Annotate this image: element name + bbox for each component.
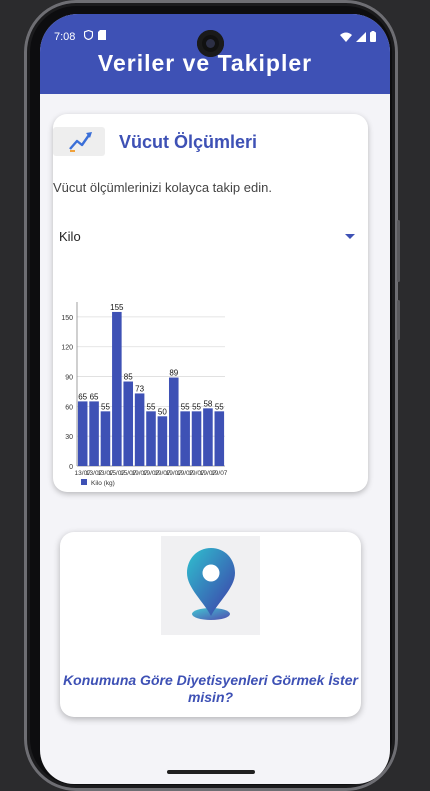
bar-data-label: 50 xyxy=(158,407,167,416)
chart-bar xyxy=(112,311,122,466)
y-tick-label: 30 xyxy=(65,434,73,441)
dropdown-arrow-icon xyxy=(345,234,355,239)
shield-icon xyxy=(84,30,93,40)
bar-data-label: 55 xyxy=(181,402,190,411)
bar-data-label: 85 xyxy=(124,373,133,382)
bar-data-label: 55 xyxy=(147,402,156,411)
bar-data-label: 65 xyxy=(78,392,87,401)
home-indicator[interactable] xyxy=(167,770,255,774)
y-tick-label: 60 xyxy=(65,404,73,411)
location-prompt: Konumuna Göre Diyetisyenleri Görmek İste… xyxy=(63,672,358,705)
chart-bar xyxy=(134,393,145,466)
battery-icon xyxy=(370,31,376,42)
card-description: Vücut ölçümlerinizi kolayca takip edin. xyxy=(53,180,272,195)
chart-bar xyxy=(191,411,202,466)
card-title: Vücut Ölçümleri xyxy=(119,132,258,152)
location-pin-icon xyxy=(187,548,235,620)
bar-data-label: 89 xyxy=(169,369,178,378)
chart-bar xyxy=(100,411,111,466)
chart-bar xyxy=(77,401,88,466)
chart-bar xyxy=(203,408,213,466)
location-dietitians-card[interactable]: Konumuna Göre Diyetisyenleri Görmek İste… xyxy=(60,532,361,717)
y-tick-label: 90 xyxy=(65,375,73,382)
legend-swatch xyxy=(81,479,87,485)
body-measurements-card[interactable]: Vücut Ölçümleri Vücut ölçümlerinizi kola… xyxy=(53,114,368,492)
wifi-icon xyxy=(340,32,352,42)
bar-data-label: 58 xyxy=(203,399,212,408)
power-button xyxy=(397,300,400,340)
location-image xyxy=(161,536,260,635)
chart-bar xyxy=(157,416,168,466)
screen: 7:08 Veriler ve Takipler Vücut Ölçümleri… xyxy=(40,14,390,784)
volume-button xyxy=(397,220,400,282)
status-notification-icons xyxy=(84,30,106,40)
bar-data-label: 65 xyxy=(90,392,99,401)
chart-bar xyxy=(180,411,190,466)
chart-bar xyxy=(89,401,99,466)
signal-icon xyxy=(356,31,366,42)
measurement-type-select[interactable]: Kilo xyxy=(59,227,359,249)
x-tick-label: 19/07 xyxy=(211,470,228,477)
bar-data-label: 73 xyxy=(135,384,144,393)
y-tick-label: 120 xyxy=(61,345,73,352)
status-time: 7:08 xyxy=(54,31,76,43)
chart-bar xyxy=(123,381,134,466)
select-value: Kilo xyxy=(59,229,81,244)
bar-data-label: 155 xyxy=(110,303,124,312)
status-system-icons xyxy=(340,31,376,42)
y-tick-label: 150 xyxy=(61,315,73,322)
trend-chart-thumbnail xyxy=(53,127,105,156)
bar-data-label: 55 xyxy=(192,402,201,411)
bar-data-label: 55 xyxy=(101,402,110,411)
legend-label: Kilo (kg) xyxy=(91,480,115,487)
sd-card-icon xyxy=(98,30,106,40)
front-camera xyxy=(197,30,224,57)
bar-data-label: 55 xyxy=(215,402,224,411)
chart-bar xyxy=(214,411,225,466)
chart-bar xyxy=(146,411,156,466)
y-tick-label: 0 xyxy=(69,464,73,471)
trend-up-icon xyxy=(69,132,92,152)
weight-bar-chart: 03060901201506513/076513/075513/0715515/… xyxy=(61,302,228,487)
chart-bar xyxy=(168,377,179,466)
